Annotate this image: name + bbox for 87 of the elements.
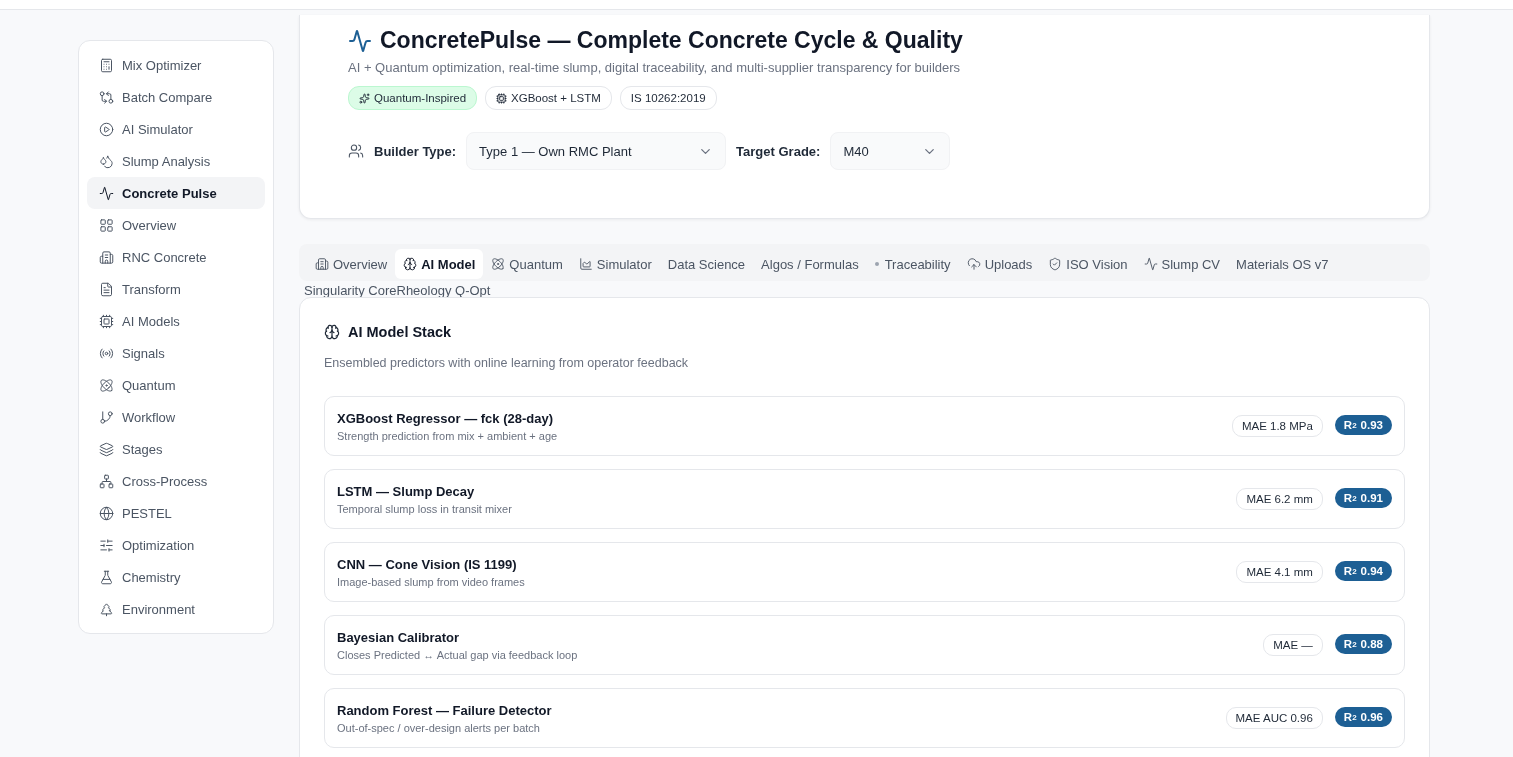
tab[interactable]: Rheology Q-Opt	[396, 282, 491, 298]
nav-icon	[99, 505, 114, 521]
tab[interactable]: Uploads	[958, 249, 1041, 279]
sidebar-item[interactable]: Overview	[87, 209, 265, 241]
mae-tag: MAE AUC 0.96	[1225, 707, 1323, 729]
sidebar-item[interactable]: Cross-Process	[87, 465, 265, 497]
sidebar-item[interactable]: Optimization	[87, 529, 265, 561]
tab[interactable]: Materials OS v7	[1228, 249, 1337, 279]
mae-tag: MAE 4.1 mm	[1236, 561, 1323, 583]
panel-title: AI Model Stack	[348, 324, 452, 340]
sidebar-item[interactable]: Transform	[87, 273, 265, 305]
nav-icon	[99, 409, 114, 425]
tab-icon	[491, 257, 506, 271]
tab[interactable]: Data Science	[659, 249, 754, 279]
nav-icon	[99, 121, 114, 137]
tab-icon	[1143, 257, 1158, 271]
sidebar-item[interactable]: Concrete Pulse	[87, 177, 265, 209]
nav-icon	[99, 153, 114, 169]
sidebar-item[interactable]: Stages	[87, 433, 265, 465]
tab-icon	[578, 257, 593, 271]
nav-icon	[99, 57, 114, 73]
tag: XGBoost + LSTM	[485, 86, 612, 110]
model-name: CNN — Cone Vision (IS 1199)	[337, 556, 518, 572]
nav-icon	[99, 377, 114, 393]
chip-icon	[496, 92, 508, 104]
nav-icon	[99, 249, 114, 265]
tab[interactable]: Traceability	[866, 249, 959, 279]
nav-icon	[99, 89, 114, 105]
sparkle-icon	[359, 92, 370, 104]
tab-icon	[315, 257, 329, 271]
page-subtitle: AI + Quantum optimization, real-time slump, digital traceability, and multi-supplier transparency for builders	[348, 60, 962, 75]
model-description: Strength prediction from mix + ambient + age	[337, 429, 558, 442]
field-label: Target Grade:	[736, 143, 821, 159]
tab-icon	[966, 257, 981, 271]
page-title: ConcretePulse — Complete Concrete Cycle & Quality	[380, 27, 963, 54]
mae-tag: MAE 1.8 MPa	[1231, 415, 1323, 437]
mae-tag: MAE 6.2 mm	[1236, 488, 1323, 510]
nav-icon	[99, 569, 114, 585]
brain-icon	[324, 324, 340, 340]
builder-type-select[interactable]: Type 1 — Own RMC Plant	[466, 132, 727, 170]
sidebar-item[interactable]: Mix Optimizer	[87, 49, 265, 81]
tag: Quantum-Inspired	[348, 86, 478, 110]
sidebar-item[interactable]: RNC Concrete	[87, 241, 265, 273]
model-description: Temporal slump loss in transit mixer	[337, 502, 512, 515]
nav-icon	[99, 537, 114, 553]
sidebar-item[interactable]: Chemistry	[87, 561, 265, 593]
model-description: Closes Predicted ↔ Actual gap via feedback loop	[337, 648, 578, 661]
sidebar-item[interactable]: AI Models	[87, 305, 265, 337]
model-name: Random Forest — Failure Detector	[337, 702, 552, 718]
tag: IS 10262:2019	[619, 86, 717, 110]
field-label: Builder Type:	[374, 143, 457, 159]
nav-icon	[99, 473, 114, 489]
nav-icon	[99, 313, 114, 329]
sidebar-item[interactable]: AI Simulator	[87, 113, 265, 145]
tab-icon	[1048, 257, 1063, 271]
target-grade-select[interactable]: M40	[830, 132, 951, 170]
tab-icon	[403, 257, 418, 271]
nav-icon	[99, 185, 114, 201]
nav-icon	[99, 281, 114, 297]
users-icon	[348, 143, 364, 159]
tab[interactable]: Overview	[307, 249, 396, 279]
tab[interactable]: Quantum	[483, 249, 571, 279]
mae-tag: MAE —	[1263, 634, 1323, 656]
tab[interactable]: AI Model	[395, 249, 484, 279]
sidebar-item[interactable]: Batch Compare	[87, 81, 265, 113]
pulse-icon	[348, 28, 372, 53]
sidebar-item[interactable]: Workflow	[87, 401, 265, 433]
nav-icon	[99, 601, 114, 617]
model-description: Image-based slump from video frames	[337, 575, 525, 588]
model-name: Bayesian Calibrator	[337, 629, 461, 645]
tab[interactable]: Slump CV	[1135, 249, 1229, 279]
tab[interactable]: Algos / Formulas	[753, 249, 867, 279]
tab-icon	[874, 262, 879, 266]
nav-icon	[99, 441, 114, 457]
sidebar-item[interactable]: Slump Analysis	[87, 145, 265, 177]
sidebar-item[interactable]: Quantum	[87, 369, 265, 401]
tab[interactable]: Simulator	[570, 249, 660, 279]
sidebar-item[interactable]: Environment	[87, 593, 265, 625]
sidebar-item[interactable]: Signals	[87, 337, 265, 369]
model-name: LSTM — Slump Decay	[337, 483, 476, 499]
tab[interactable]: ISO Vision	[1040, 249, 1136, 279]
nav-icon	[99, 217, 114, 233]
panel-subtitle: Ensembled predictors with online learning from operator feedback	[324, 356, 690, 370]
model-description: Out-of-spec / over-design alerts per batch	[337, 721, 541, 734]
model-name: XGBoost Regressor — fck (28-day)	[337, 410, 554, 426]
sidebar-item[interactable]: PESTEL	[87, 497, 265, 529]
tab[interactable]: Singularity Core	[299, 282, 397, 298]
